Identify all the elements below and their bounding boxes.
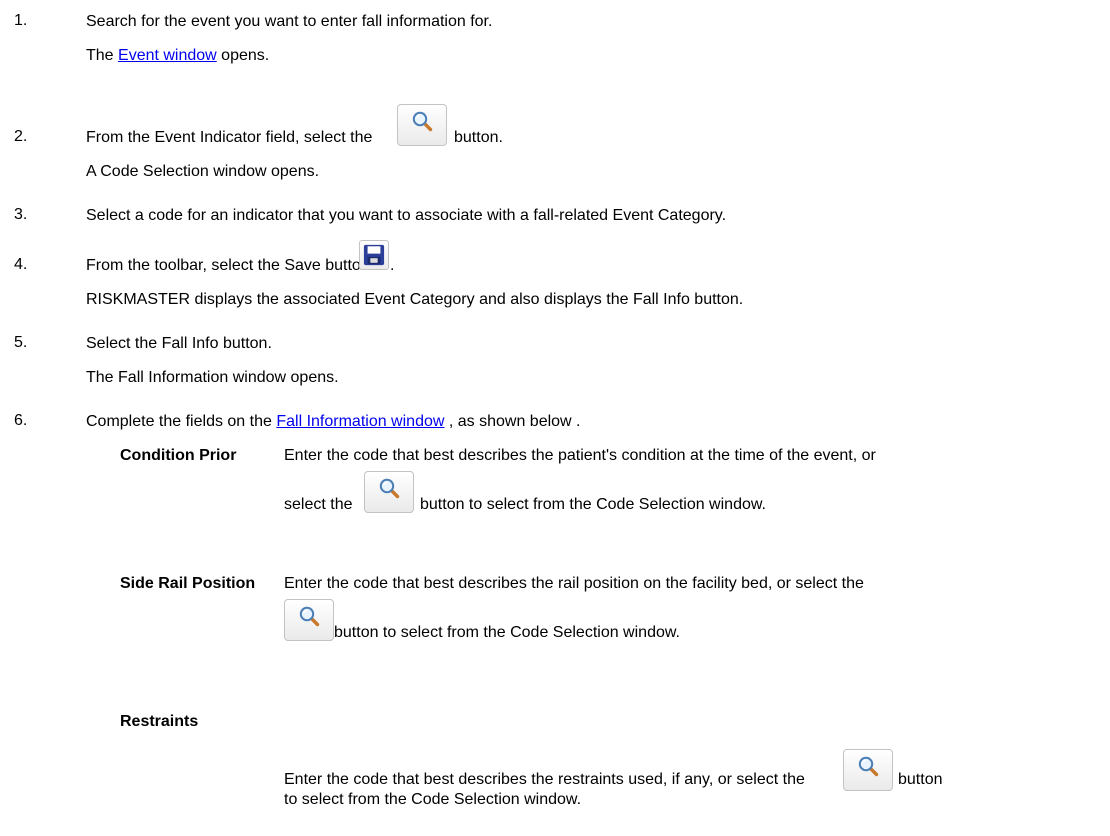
step-number: 1. — [14, 12, 28, 29]
magnifier-icon — [378, 477, 400, 499]
field-description: button to select from the Code Selection… — [334, 624, 680, 641]
step-text: From the Event Indicator field, select t… — [86, 129, 373, 146]
field-label-side-rail-position: Side Rail Position — [120, 575, 256, 592]
event-indicator-search-button[interactable] — [397, 104, 447, 146]
save-button[interactable] — [359, 240, 389, 270]
magnifier-icon — [298, 605, 320, 627]
step-number: 4. — [14, 256, 28, 273]
step-result: A Code Selection window opens. — [86, 163, 320, 180]
field-label-restraints: Restraints — [120, 713, 199, 730]
field-description: select the — [284, 496, 353, 513]
magnifier-icon — [857, 755, 879, 777]
step-text: From the toolbar, select the Save button — [86, 257, 370, 274]
step-text: Select the Fall Info button. — [86, 335, 272, 352]
step-text: Search for the event you want to enter f… — [86, 13, 493, 30]
step-text: Select a code for an indicator that you … — [86, 207, 727, 224]
step-result: The Fall Information window opens. — [86, 369, 339, 386]
field-description: Enter the code that best describes the r… — [284, 575, 864, 592]
field-description: Enter the code that best describes the r… — [284, 771, 805, 788]
floppy-disk-icon — [363, 244, 385, 266]
step-result: The Event window opens. — [86, 47, 270, 64]
step-text-end: . — [390, 257, 395, 274]
step-text: Complete the fields on the Fall Informat… — [86, 413, 581, 430]
step-number: 6. — [14, 412, 28, 429]
field-description: Enter the code that best describes the p… — [284, 447, 876, 464]
restraints-search-button[interactable] — [843, 749, 893, 791]
step-number: 2. — [14, 128, 28, 145]
step-number: 5. — [14, 334, 28, 351]
field-label-condition-prior: Condition Prior — [120, 447, 237, 464]
magnifier-icon — [411, 110, 433, 132]
step-number: 3. — [14, 206, 28, 223]
side-rail-position-search-button[interactable] — [284, 599, 334, 641]
step-result: RISKMASTER displays the associated Event… — [86, 291, 744, 308]
field-description: button to select from the Code Selection… — [420, 496, 766, 513]
step-text-end: button. — [454, 129, 503, 146]
condition-prior-search-button[interactable] — [364, 471, 414, 513]
fall-information-window-link[interactable]: Fall Information window — [276, 413, 444, 430]
event-window-link[interactable]: Event window — [118, 47, 217, 64]
field-description: button — [898, 771, 943, 788]
field-description: to select from the Code Selection window… — [284, 791, 582, 808]
